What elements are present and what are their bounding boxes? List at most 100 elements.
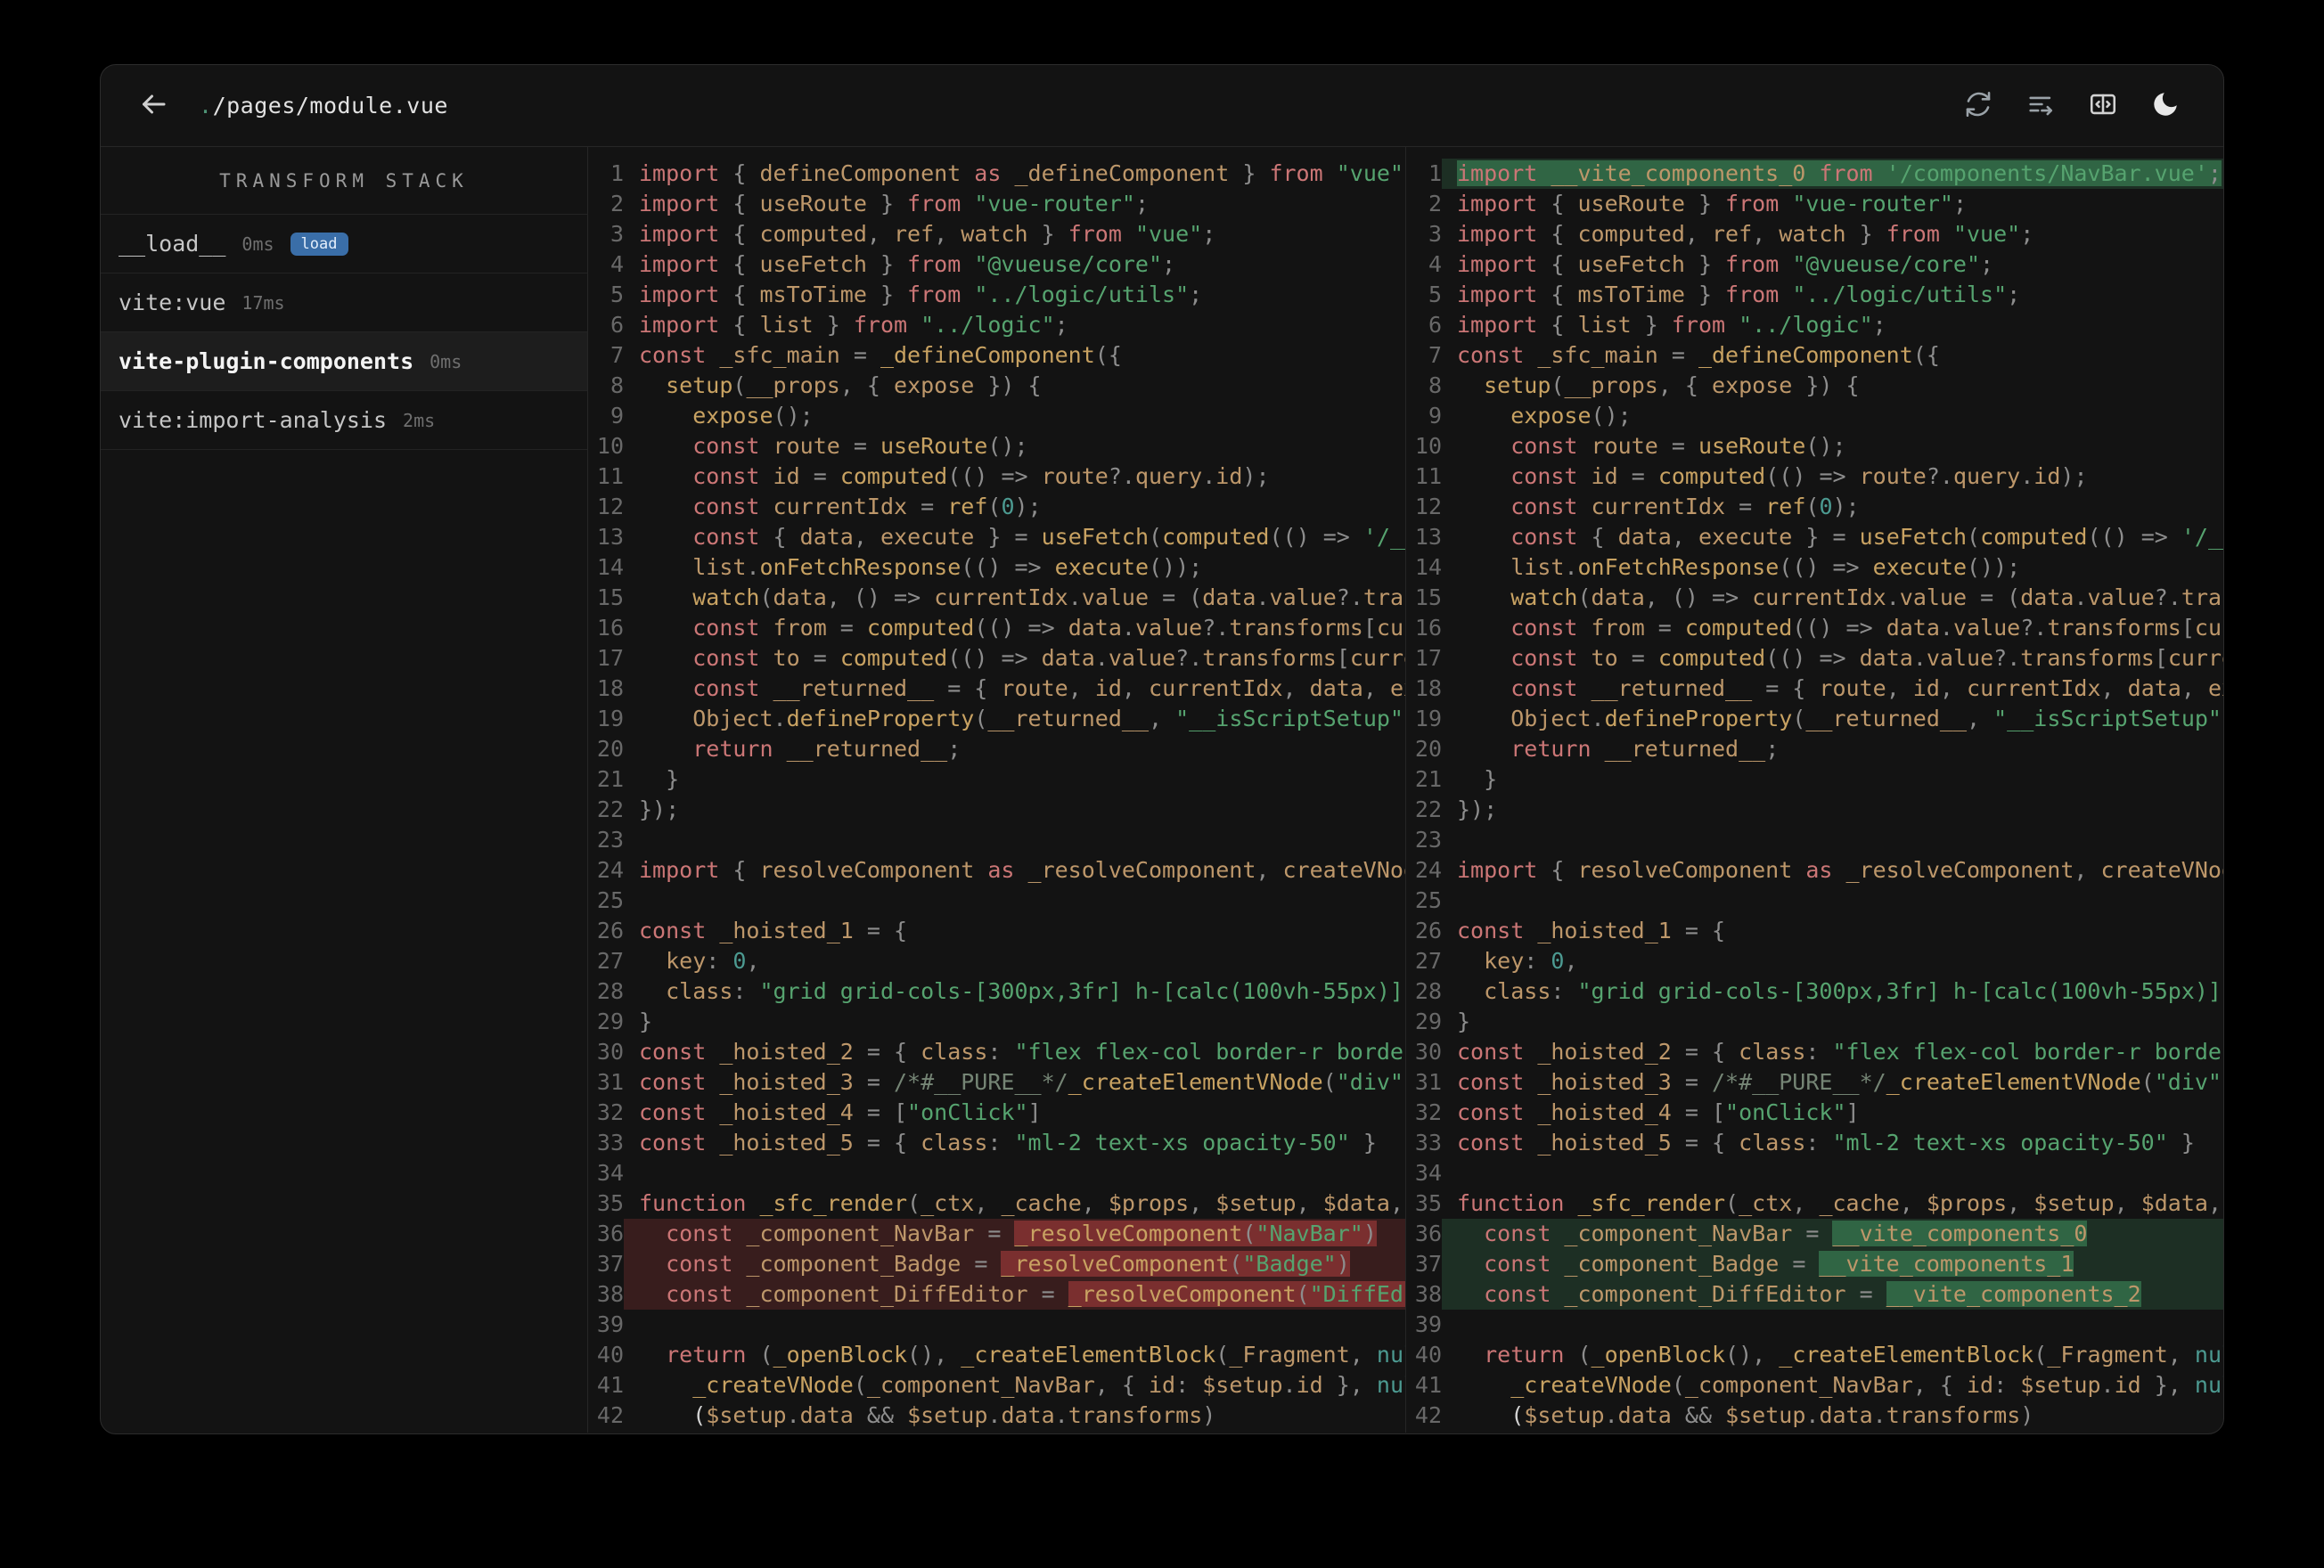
code-line: 39 — [1406, 1310, 2223, 1340]
transform-stack-item-vite-plugin-components[interactable]: vite-plugin-components 0ms — [101, 332, 587, 391]
wrap-lines-button[interactable] — [2024, 89, 2058, 123]
code-line: 35 function _sfc_render(_ctx, _cache, $pr… — [1406, 1188, 2223, 1219]
code-line: 31 const _hoisted_3 = /*#__PURE__*/_creat… — [588, 1067, 1405, 1098]
code-line: 28 class: "grid grid-cols-[300px,3fr] h-… — [588, 976, 1405, 1007]
code-text: class: "grid grid-cols-[300px,3fr] h-[ca… — [1484, 978, 2222, 1004]
code-line: 3 import { computed, ref, watch } from "v… — [1406, 219, 2223, 249]
code-text: const { data, execute } = useFetch(compu… — [1510, 524, 2223, 550]
code-line: 42 ($setup.data && $setup.data.transform… — [588, 1401, 1405, 1431]
diff-pane-before[interactable]: 1 import { defineComponent as _defineComp… — [588, 147, 1405, 1433]
line-number: 7 — [1428, 342, 1442, 368]
line-number: 3 — [1428, 221, 1442, 247]
code-text: }); — [1457, 796, 1498, 822]
code-line: 26 const _hoisted_1 = { — [1406, 916, 2223, 946]
code-line: 2 import { useRoute } from "vue-router"; — [1406, 189, 2223, 219]
code-text: const __returned__ = { route, id, curren… — [1510, 675, 2223, 701]
code-line: 38 const _component_DiffEditor = _resolv… — [588, 1279, 1405, 1310]
line-number: 8 — [610, 372, 624, 398]
code-text: import { list } from "../logic"; — [1457, 312, 1886, 338]
code-line: 36 const _component_NavBar = __vite_comp… — [1406, 1219, 2223, 1249]
line-number: 22 — [1414, 796, 1442, 822]
code-text: const currentIdx = ref(0); — [692, 494, 1042, 519]
code-text: class: "grid grid-cols-[300px,3fr] h-[ca… — [666, 978, 1403, 1004]
plugin-time: 0ms — [430, 350, 462, 372]
code-text: import { msToTime } from "../logic/utils… — [639, 282, 1203, 307]
transform-stack-item-vite-vue[interactable]: vite:vue 17ms — [101, 274, 587, 332]
code-text: import { msToTime } from "../logic/utils… — [1457, 282, 2021, 307]
line-number: 20 — [596, 736, 624, 762]
code-line: 5 import { msToTime } from "../logic/util… — [1406, 280, 2223, 310]
back-arrow-icon — [137, 88, 169, 124]
code-line: 10 const route = useRoute(); — [588, 431, 1405, 461]
line-number: 25 — [1414, 887, 1442, 913]
line-number: 1 — [610, 160, 624, 186]
code-text: const to = computed(() => data.value?.tr… — [692, 645, 1405, 671]
back-button[interactable] — [136, 89, 170, 123]
line-number: 12 — [1414, 494, 1442, 519]
code-text: const _sfc_main = _defineComponent({ — [1457, 342, 1940, 368]
line-number: 23 — [1414, 827, 1442, 853]
code-text: list.onFetchResponse(() => execute()); — [692, 554, 1203, 580]
refresh-button[interactable] — [1961, 89, 1995, 123]
split-view-icon — [2088, 89, 2118, 123]
line-number: 25 — [596, 887, 624, 913]
diff-pane-after[interactable]: 1 import __vite_components_0 from '/compo… — [1405, 147, 2223, 1433]
code-line: 20 return __returned__; — [1406, 734, 2223, 764]
code-text: const _component_NavBar = __vite_compone… — [1442, 1219, 2223, 1249]
code-text: } — [1457, 1009, 1471, 1034]
code-line: 21 } — [1406, 764, 2223, 795]
line-number: 1 — [1428, 160, 1442, 186]
line-number: 27 — [1414, 948, 1442, 974]
line-number: 5 — [610, 282, 624, 307]
line-number: 30 — [1414, 1039, 1442, 1065]
line-number: 41 — [1414, 1372, 1442, 1398]
code-line: 9 expose(); — [588, 401, 1405, 431]
line-number: 20 — [1414, 736, 1442, 762]
code-line: 10 const route = useRoute(); — [1406, 431, 2223, 461]
code-line: 12 const currentIdx = ref(0); — [588, 492, 1405, 522]
transform-stack-item-vite-import-analysis[interactable]: vite:import-analysis 2ms — [101, 391, 587, 450]
line-number: 21 — [1414, 766, 1442, 792]
line-number: 14 — [1414, 554, 1442, 580]
code-line: 27 key: 0, — [1406, 946, 2223, 976]
code-text: watch(data, () => currentIdx.value = (da… — [692, 584, 1405, 610]
code-text: import { resolveComponent as _resolveCom… — [1457, 857, 2223, 883]
code-text: const _hoisted_1 = { — [639, 918, 908, 943]
transform-stack-item--load-[interactable]: __load__ 0ms load — [101, 215, 587, 274]
code-line: 38 const _component_DiffEditor = __vite_… — [1406, 1279, 2223, 1310]
plugin-time: 17ms — [241, 291, 285, 314]
line-number: 4 — [1428, 251, 1442, 277]
code-line: 32 const _hoisted_4 = ["onClick"] — [1406, 1098, 2223, 1128]
line-number: 16 — [596, 615, 624, 641]
code-text: const _hoisted_5 = { class: "ml-2 text-x… — [1457, 1130, 2195, 1156]
code-line: 39 — [588, 1310, 1405, 1340]
code-line: 23 — [1406, 825, 2223, 855]
line-number: 23 — [596, 827, 624, 853]
code-text: import { useFetch } from "@vueuse/core"; — [1457, 251, 1994, 277]
line-number: 24 — [1414, 857, 1442, 883]
code-line: 8 setup(__props, { expose }) { — [1406, 371, 2223, 401]
code-text: import { useFetch } from "@vueuse/core"; — [639, 251, 1176, 277]
code-text: return (_openBlock(), _createElementBloc… — [666, 1342, 1405, 1368]
line-number: 28 — [596, 978, 624, 1004]
wrap-lines-icon — [2025, 89, 2056, 123]
line-number: 34 — [1414, 1160, 1442, 1186]
code-line: 3 import { computed, ref, watch } from "v… — [588, 219, 1405, 249]
line-number: 12 — [596, 494, 624, 519]
theme-toggle-button[interactable] — [2148, 89, 2182, 123]
code-line: 19 Object.defineProperty(__returned__, "… — [1406, 704, 2223, 734]
code-line: 8 setup(__props, { expose }) { — [588, 371, 1405, 401]
code-line: 34 — [588, 1158, 1405, 1188]
code-text: watch(data, () => currentIdx.value = (da… — [1510, 584, 2223, 610]
split-view-button[interactable] — [2086, 89, 2120, 123]
diff-editor: 1 import { defineComponent as _defineComp… — [588, 147, 2223, 1433]
code-text: ($setup.data && $setup.data.transforms) — [639, 1402, 1216, 1428]
code-line: 5 import { msToTime } from "../logic/util… — [588, 280, 1405, 310]
transform-stack-list: __load__ 0ms load vite:vue 17ms vite-plugin-c… — [101, 215, 587, 450]
code-text: const id = computed(() => route?.query.i… — [1510, 463, 2088, 489]
code-line: 19 Object.defineProperty(__returned__, "… — [588, 704, 1405, 734]
code-text: return (_openBlock(), _createElementBloc… — [1484, 1342, 2223, 1368]
